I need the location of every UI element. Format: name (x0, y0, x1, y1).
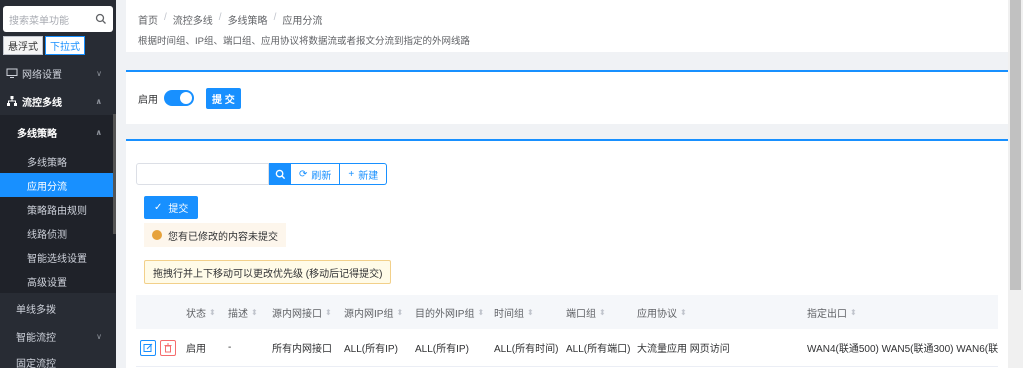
submit-label: 提交 (168, 204, 189, 215)
delete-button[interactable] (160, 339, 176, 356)
mode-dropdown-button[interactable]: 下拉式 (45, 36, 85, 55)
edit-icon (143, 343, 153, 352)
toggle-knob (180, 92, 192, 104)
sidebar-leaf-app-split[interactable]: 应用分流 (0, 173, 116, 197)
cell-time: ALL(所有时间) (494, 344, 559, 355)
page-scrollbar[interactable] (1008, 0, 1023, 368)
network-icon (7, 96, 17, 106)
col-status[interactable]: 状态 ⬍ (186, 305, 228, 320)
sidebar-item-label: 智能流控 (16, 332, 56, 344)
sidebar-item-network-settings[interactable]: 网络设置 ∨ (0, 59, 116, 87)
sort-icon: ⬍ (325, 307, 332, 317)
search-button[interactable] (269, 163, 291, 185)
submenu-group: 多线策略 ∧ 多线策略 应用分流 策略路由规则 线路侦测 智能选线设置 高级设置 (0, 115, 116, 293)
sidebar-item-label: 流控多线 (22, 97, 62, 109)
breadcrumb-current: 应用分流 (282, 16, 323, 27)
sort-icon: ⬍ (251, 307, 258, 317)
refresh-label: 刷新 (311, 170, 332, 182)
sidebar: 搜索菜单功能 悬浮式 下拉式 网络设置 ∨ 流控多线 ∧ 多线策略 ∧ 多线策略… (0, 0, 116, 368)
sort-icon: ⬍ (850, 307, 857, 317)
breadcrumb-home[interactable]: 首页 (138, 12, 158, 27)
col-src-ip[interactable]: 源内网IP组 ⬍ (344, 305, 415, 320)
drag-tip: 拖拽行并上下移动可以更改优先级 (移动后记得提交) (144, 260, 392, 284)
col-dst-ip[interactable]: 目的外网IP组 ⬍ (415, 305, 494, 320)
sidebar-leaf-advanced[interactable]: 高级设置 (0, 269, 116, 293)
enable-submit-button[interactable]: 提 交 (206, 87, 241, 109)
plus-icon: + (348, 168, 355, 180)
search-icon[interactable] (95, 13, 107, 25)
rules-card: ⟳ 刷新 + 新建 ✓ 提交 您有已修改的内容未提交 拖拽行并上下移动可以更改优… (126, 139, 1008, 368)
col-src-iface[interactable]: 源内网接口 ⬍ (272, 305, 344, 320)
page-header: 首页 / 流控多线 / 多线策略 / 应用分流 根据时间组、IP组、端口组、应用协议将… (126, 0, 1023, 52)
check-icon: ✓ (154, 202, 163, 213)
sidebar-item-label: 网络设置 (22, 69, 62, 81)
chevron-up-icon: ∧ (95, 96, 103, 106)
cell-port: ALL(所有端口) (566, 344, 631, 355)
sidebar-item-flow-control[interactable]: 流控多线 ∧ (0, 87, 116, 115)
breadcrumb-flow-control[interactable]: 流控多线 (173, 12, 213, 27)
sidebar-scrollbar[interactable] (113, 114, 116, 234)
sidebar-item-smart-flow[interactable]: 智能流控 ∨ (0, 323, 116, 349)
menu-mode-switch: 悬浮式 下拉式 (0, 32, 116, 59)
toolbar: ⟳ 刷新 + 新建 (136, 163, 388, 185)
cell-app: 大流量应用 网页访问 (637, 344, 730, 355)
refresh-icon: ⟳ (299, 168, 308, 180)
chevron-down-icon: ∨ (96, 331, 102, 341)
col-app[interactable]: 应用协议 ⬍ (637, 305, 807, 320)
cell-desc: - (228, 342, 232, 353)
new-label: 新建 (358, 170, 379, 182)
refresh-button[interactable]: ⟳ 刷新 (291, 163, 341, 185)
new-button[interactable]: + 新建 (340, 163, 388, 185)
unsaved-warning: 您有已修改的内容未提交 (144, 223, 286, 247)
col-outlet[interactable]: 指定出口 ⬍ (807, 305, 998, 320)
col-time[interactable]: 时间组 ⬍ (494, 305, 566, 320)
cell-dst-ip: ALL(所有IP) (415, 344, 469, 355)
sidebar-leaf-smart-select[interactable]: 智能选线设置 (0, 245, 116, 269)
warning-dot-icon (152, 230, 162, 240)
cell-status: 启用 (186, 344, 206, 355)
col-port[interactable]: 端口组 ⬍ (566, 305, 637, 320)
submenu-label: 多线策略 (17, 128, 57, 140)
sort-icon: ⬍ (477, 307, 485, 317)
sort-icon: ⬍ (599, 307, 606, 317)
breadcrumb-multiline-strategy[interactable]: 多线策略 (228, 12, 268, 27)
col-desc[interactable]: 描述 ⬍ (228, 305, 272, 320)
warning-text: 您有已修改的内容未提交 (168, 231, 278, 243)
enable-toggle[interactable] (164, 90, 194, 106)
chevron-up-icon: ∧ (95, 127, 103, 137)
table-header: 状态 ⬍ 描述 ⬍ 源内网接口 ⬍ 源内网IP组 ⬍ 目的外网IP组 ⬍ 时间组 ⬍ 端口组… (136, 295, 998, 329)
enable-card: 启用 提 交 (126, 70, 1008, 124)
rule-search-input[interactable] (136, 163, 269, 185)
mode-floating-button[interactable]: 悬浮式 (3, 36, 43, 55)
chevron-down-icon: ∨ (96, 68, 102, 78)
edit-button[interactable] (140, 339, 156, 356)
cell-src-iface: 所有内网接口 (272, 344, 332, 355)
sidebar-leaf-line-detect[interactable]: 线路侦测 (0, 221, 116, 245)
cell-outlet: WAN4(联通500) WAN5(联通300) WAN6(联通 (807, 344, 998, 355)
sidebar-leaf-multiline-strategy[interactable]: 多线策略 (0, 149, 116, 173)
scrollbar-thumb[interactable] (1010, 0, 1021, 290)
sidebar-item-multiline-strategy[interactable]: 多线策略 ∧ (0, 115, 116, 149)
breadcrumb: 首页 / 流控多线 / 多线策略 / 应用分流 (138, 12, 323, 27)
rules-table: 状态 ⬍ 描述 ⬍ 源内网接口 ⬍ 源内网IP组 ⬍ 目的外网IP组 ⬍ 时间组 ⬍ 端口组… (136, 295, 998, 367)
sort-icon: ⬍ (527, 307, 534, 317)
sidebar-leaf-policy-route[interactable]: 策略路由规则 (0, 197, 116, 221)
sort-icon: ⬍ (209, 307, 216, 317)
sort-icon: ⬍ (396, 307, 404, 317)
trash-icon (164, 343, 172, 352)
menu-search-placeholder: 搜索菜单功能 (9, 15, 69, 27)
page-description: 根据时间组、IP组、端口组、应用协议将数据流或者报文分流到指定的外网线路 (138, 36, 470, 47)
sort-icon: ⬍ (680, 307, 687, 317)
table-row[interactable]: 启用 - 所有内网接口 ALL(所有IP) ALL(所有IP) ALL(所有时间… (136, 329, 998, 367)
cell-src-ip: ALL(所有IP) (344, 344, 398, 355)
search-icon (275, 169, 285, 179)
sidebar-item-fixed-flow[interactable]: 固定流控 (0, 349, 116, 368)
enable-label: 启用 (138, 94, 158, 106)
sidebar-item-single-multidial[interactable]: 单线多拨 (0, 293, 116, 323)
menu-search-input[interactable]: 搜索菜单功能 (3, 6, 113, 32)
monitor-icon (6, 68, 18, 78)
table-submit-button[interactable]: ✓ 提交 (144, 196, 199, 219)
